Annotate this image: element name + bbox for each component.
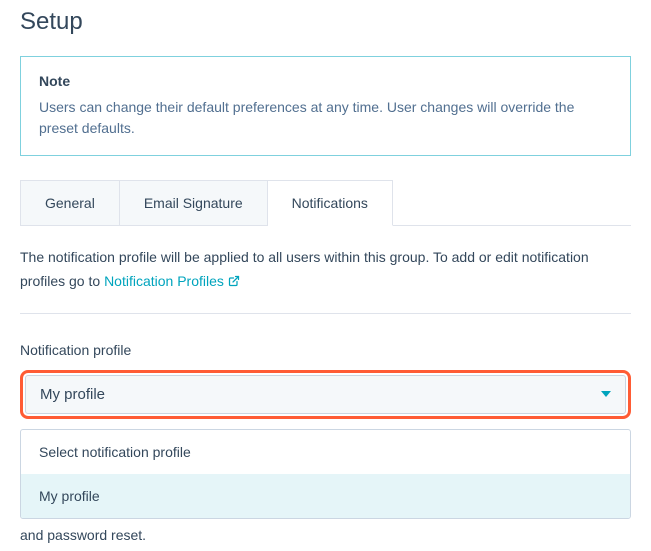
page-title: Setup [20, 8, 631, 36]
note-title: Note [39, 73, 612, 89]
trailing-text: and password reset. [20, 527, 631, 543]
tab-notifications[interactable]: Notifications [268, 180, 393, 226]
note-box: Note Users can change their default pref… [20, 56, 631, 156]
section-divider [20, 313, 631, 314]
notifications-description: The notification profile will be applied… [20, 246, 631, 295]
notification-profile-label: Notification profile [20, 342, 631, 358]
tabs-container: General Email Signature Notifications [20, 180, 631, 226]
note-body: Users can change their default preferenc… [39, 97, 612, 139]
chevron-down-icon [601, 391, 611, 397]
select-highlight-wrapper: My profile [20, 370, 631, 419]
tab-email-signature[interactable]: Email Signature [120, 180, 268, 226]
select-value: My profile [40, 386, 105, 403]
notification-profile-select[interactable]: My profile [25, 375, 626, 414]
dropdown-option-my-profile[interactable]: My profile [21, 474, 630, 518]
dropdown-option-placeholder[interactable]: Select notification profile [21, 430, 630, 474]
tab-general[interactable]: General [20, 180, 120, 226]
notification-profiles-link[interactable]: Notification Profiles [104, 273, 240, 289]
external-link-icon [228, 271, 240, 295]
notification-profile-dropdown: Select notification profile My profile [20, 429, 631, 519]
